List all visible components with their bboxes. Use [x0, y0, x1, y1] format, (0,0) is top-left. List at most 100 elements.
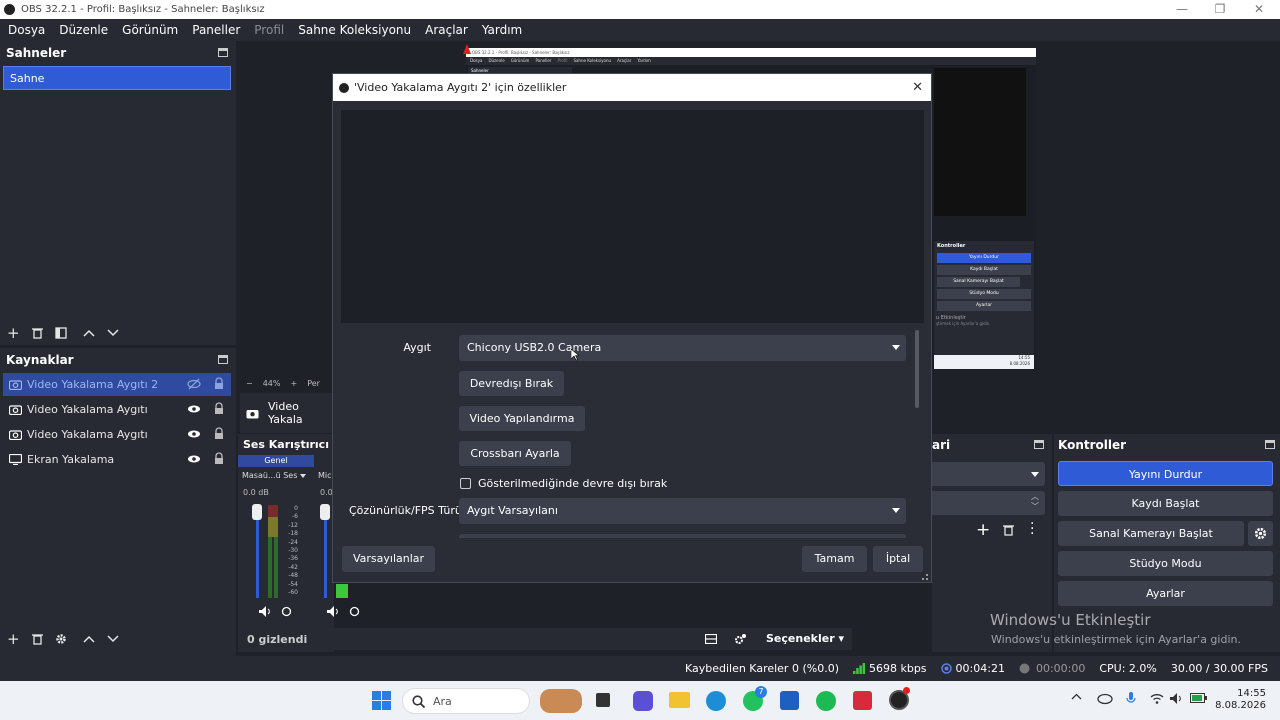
scenes-float-icon[interactable] — [218, 48, 228, 57]
stepper-icon[interactable]: ︿ ﹀ — [1031, 492, 1039, 512]
spotify-icon[interactable] — [816, 691, 836, 711]
source-settings-icon[interactable] — [55, 633, 67, 645]
edge-browser-icon[interactable] — [706, 691, 726, 711]
speaker-icon[interactable] — [327, 606, 339, 617]
start-record-button[interactable]: Kaydı Başlat — [1058, 491, 1273, 516]
news-widget-icon[interactable] — [540, 689, 582, 713]
lock-icon[interactable] — [214, 427, 224, 440]
defaults-button[interactable]: Varsayılanlar — [342, 546, 435, 572]
cancel-button[interactable]: İptal — [873, 546, 923, 572]
volume-fader-handle[interactable] — [252, 504, 262, 520]
menu-docks[interactable]: Paneller — [188, 23, 244, 37]
vivaldi-icon[interactable] — [853, 691, 872, 710]
nested-activation-title: u Etkinleştir — [936, 315, 966, 321]
zoom-out-icon[interactable]: − — [246, 379, 253, 388]
delete-scene-icon[interactable] — [31, 327, 43, 339]
source-item[interactable]: Video Yakalama Aygıtı 2 — [3, 373, 231, 396]
deactivate-button[interactable]: Devredışı Bırak — [459, 371, 564, 396]
video-config-button[interactable]: Video Yapılandırma — [459, 406, 585, 431]
minimize-button[interactable]: — — [1163, 0, 1201, 19]
advanced-audio-icon[interactable] — [734, 633, 747, 645]
studio-mode-button[interactable]: Stüdyo Modu — [1058, 551, 1273, 576]
stop-stream-button[interactable]: Yayını Durdur — [1058, 461, 1273, 486]
microphone-icon[interactable] — [1126, 692, 1136, 706]
lock-icon[interactable] — [214, 452, 224, 465]
menu-help[interactable]: Yardım — [478, 23, 526, 37]
deactivate-when-hidden-checkbox[interactable]: Gösterilmediğinde devre dışı bırak — [460, 477, 667, 490]
menu-view[interactable]: Görünüm — [118, 23, 182, 37]
vcam-settings-button[interactable] — [1248, 521, 1273, 546]
volume-icon[interactable] — [1170, 693, 1184, 704]
db-scale: 0 -6 -12 -18 -24 -30 -36 -42 -48 -54 -60 — [282, 505, 298, 597]
window-title: OBS 32.2.1 - Profil: Başlıksız - Sahnele… — [21, 4, 265, 15]
file-explorer-icon[interactable] — [669, 692, 690, 708]
channel-dropdown-icon[interactable] — [300, 473, 307, 478]
scene-filter-icon[interactable] — [54, 327, 67, 339]
sources-float-icon[interactable] — [218, 355, 228, 364]
start-virtual-cam-button[interactable]: Sanal Kamerayı Başlat — [1058, 521, 1244, 546]
layout-toggle-icon[interactable] — [705, 634, 717, 644]
volume-fader-handle[interactable] — [320, 504, 330, 520]
copilot-icon[interactable] — [633, 691, 653, 711]
windows-start-icon[interactable] — [372, 691, 391, 710]
options-dropdown[interactable]: Seçenekler ▾ — [766, 632, 844, 645]
store-icon[interactable] — [780, 691, 799, 710]
dialog-scrollbar[interactable] — [915, 330, 919, 408]
source-item[interactable]: Video Yakalama Aygıtı — [3, 423, 231, 446]
resize-grip-icon[interactable] — [922, 574, 928, 580]
scene-item-sahne[interactable]: Sahne — [3, 66, 231, 90]
lock-icon[interactable] — [214, 402, 224, 415]
speaker-icon[interactable] — [259, 606, 271, 617]
clock[interactable]: 14:55 8.08.2026 — [1214, 688, 1266, 712]
move-down-icon[interactable] — [107, 329, 119, 337]
mixer-settings-icon[interactable] — [281, 606, 292, 617]
ok-button[interactable]: Tamam — [802, 546, 867, 572]
close-dialog-icon[interactable]: ✕ — [912, 80, 923, 95]
cloud-icon[interactable] — [1097, 691, 1113, 705]
more-options-icon[interactable]: · · · — [1030, 517, 1034, 541]
visibility-icon[interactable] — [187, 428, 201, 440]
menu-tools[interactable]: Araçlar — [421, 23, 472, 37]
restore-button[interactable]: ❐ — [1201, 0, 1239, 19]
settings-button[interactable]: Ayarlar — [1058, 581, 1273, 606]
move-up-icon[interactable] — [83, 635, 95, 643]
delete-transition-icon[interactable] — [1003, 524, 1014, 536]
move-down-icon[interactable] — [107, 635, 119, 643]
transition-select[interactable] — [932, 462, 1045, 486]
mixer-tab-general[interactable]: Genel — [238, 455, 314, 467]
close-window-button[interactable]: ✕ — [1240, 0, 1278, 19]
device-select[interactable]: Chicony USB2.0 Camera — [459, 335, 906, 361]
zoom-in-icon[interactable]: + — [290, 379, 297, 388]
add-scene-icon[interactable]: + — [7, 324, 20, 342]
resolution-select[interactable]: Aygıt Varsayılanı — [459, 498, 906, 524]
mixer-settings-icon[interactable] — [349, 606, 360, 617]
menu-profile[interactable]: Profil — [250, 23, 288, 37]
add-transition-icon[interactable]: + — [976, 520, 990, 540]
task-view-icon[interactable] — [596, 693, 610, 707]
db-tick: 0 — [294, 505, 298, 512]
menu-edit[interactable]: Düzenle — [55, 23, 112, 37]
menu-file[interactable]: Dosya — [4, 23, 49, 37]
crossbar-button[interactable]: Crossbarı Ayarla — [459, 441, 571, 466]
delete-source-icon[interactable] — [31, 633, 43, 645]
nested-menu-item: Sahne Koleksiyonu — [573, 58, 612, 63]
source-item[interactable]: Video Yakalama Aygıtı — [3, 398, 231, 421]
lock-icon[interactable] — [214, 377, 224, 390]
chevron-up-icon[interactable] — [1071, 693, 1082, 700]
checkbox-icon[interactable] — [460, 478, 471, 489]
battery-icon[interactable] — [1190, 693, 1207, 703]
add-source-icon[interactable]: + — [7, 630, 20, 648]
visibility-icon[interactable] — [187, 403, 201, 415]
transition-duration[interactable]: ︿ ﹀ — [932, 491, 1045, 515]
device-value: Chicony USB2.0 Camera — [467, 341, 602, 354]
move-up-icon[interactable] — [83, 329, 95, 337]
visibility-off-icon[interactable] — [187, 378, 201, 390]
taskbar-search[interactable]: Ara — [402, 688, 530, 714]
transitions-float-icon[interactable] — [1034, 440, 1044, 449]
source-item[interactable]: Ekran Yakalama — [3, 448, 231, 471]
controls-float-icon[interactable] — [1265, 440, 1275, 449]
menu-scene-collection[interactable]: Sahne Koleksiyonu — [294, 23, 415, 37]
visibility-icon[interactable] — [187, 453, 201, 465]
menu-bar: Dosya Düzenle Görünüm Paneller Profil Sa… — [0, 19, 1280, 41]
wifi-icon[interactable] — [1150, 693, 1164, 704]
